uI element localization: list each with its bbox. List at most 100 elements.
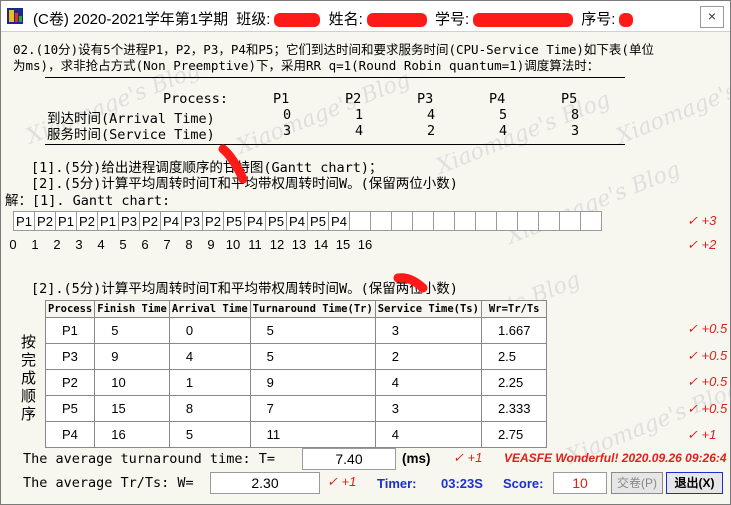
gantt-cell[interactable] <box>391 211 413 231</box>
time-tick <box>376 235 398 255</box>
time-tick <box>596 235 618 255</box>
gantt-cell[interactable]: P5 <box>223 211 245 231</box>
avg-w-input[interactable]: 2.30 <box>210 472 320 494</box>
table-cell[interactable]: 2 <box>374 343 482 370</box>
row-score: ✓ +0.5 <box>687 347 728 363</box>
time-tick <box>574 235 596 255</box>
table-cell[interactable]: P3 <box>44 343 96 370</box>
table-cell[interactable]: 5 <box>249 317 376 344</box>
gantt-cell[interactable]: P2 <box>76 211 98 231</box>
gantt-cell[interactable]: P4 <box>160 211 182 231</box>
name-label: 姓名: <box>328 11 363 28</box>
table-cell[interactable]: 9 <box>94 343 170 370</box>
gantt-cell[interactable]: P5 <box>307 211 329 231</box>
table-cell[interactable]: 3 <box>374 395 482 422</box>
time-tick-row: 0 1 2 3 4 5 6 7 8 9 10 11 12 13 14 15 16 <box>2 235 640 255</box>
table-row: P3 9 4 5 2 2.5 <box>44 343 548 370</box>
table-cell[interactable]: 0 <box>168 317 251 344</box>
table-row: P4 16 5 11 4 2.75 <box>44 421 548 448</box>
time-tick <box>530 235 552 255</box>
redaction-mark <box>366 13 427 28</box>
table-cell[interactable]: 2.5 <box>480 343 548 370</box>
watermark: Xiaomage's Blog <box>233 67 414 160</box>
table-cell[interactable]: 1.667 <box>480 317 548 344</box>
gantt-cell[interactable] <box>559 211 581 231</box>
gantt-cell[interactable] <box>454 211 476 231</box>
gantt-cell[interactable]: P2 <box>202 211 224 231</box>
arrival-value: 0 <box>283 107 292 123</box>
table-cell[interactable]: 5 <box>168 421 251 448</box>
process-label: Process: <box>163 91 229 107</box>
gantt-cell[interactable]: P1 <box>97 211 119 231</box>
table-cell[interactable]: 1 <box>168 369 251 396</box>
submit-button[interactable]: 交卷(P) <box>611 472 663 494</box>
avg-turnaround-input[interactable]: 7.40 <box>302 448 396 470</box>
table-cell[interactable]: 4 <box>374 421 482 448</box>
table-cell[interactable]: 10 <box>94 369 170 396</box>
time-score: ✓ +2 <box>687 237 717 252</box>
table-cell[interactable]: 4 <box>374 369 482 396</box>
table-cell[interactable]: 15 <box>94 395 170 422</box>
service-value: 3 <box>571 123 580 139</box>
table-cell[interactable]: 9 <box>249 369 376 396</box>
table-cell[interactable]: 2.333 <box>480 395 548 422</box>
gantt-cell[interactable]: P3 <box>118 211 140 231</box>
gantt-cell[interactable] <box>412 211 434 231</box>
table-cell[interactable]: 11 <box>249 421 376 448</box>
row-score: ✓ +0.5 <box>687 321 728 336</box>
table-cell[interactable]: 3 <box>374 317 482 344</box>
time-tick <box>486 235 508 255</box>
table-cell[interactable]: P2 <box>44 369 96 396</box>
score-label: Score: <box>503 476 544 491</box>
table-header-row: Process Finish Time Arrival Time Turnaround… <box>44 300 548 318</box>
time-tick: 16 <box>357 237 373 252</box>
table-cell[interactable]: 5 <box>249 343 376 370</box>
table-cell[interactable]: 2.75 <box>480 421 548 448</box>
gantt-cell[interactable]: P4 <box>328 211 350 231</box>
results-table: Process Finish Time Arrival Time Turnaround… <box>44 300 548 448</box>
table-cell[interactable]: 2.25 <box>480 369 548 396</box>
gantt-cell[interactable]: P1 <box>55 211 77 231</box>
gantt-cell[interactable] <box>433 211 455 231</box>
gantt-cell[interactable]: P3 <box>181 211 203 231</box>
table-cell[interactable]: 4 <box>168 343 251 370</box>
wonderful-message: VEASFE Wonderful! 2020.09.26 09:26:4 <box>504 451 727 465</box>
service-value: 2 <box>427 123 436 139</box>
service-value: 4 <box>499 123 508 139</box>
divider <box>45 77 625 78</box>
time-tick: 6 <box>141 237 149 252</box>
close-button[interactable]: × <box>700 6 724 28</box>
table-cell[interactable]: P1 <box>44 317 96 344</box>
gantt-cell[interactable]: P2 <box>34 211 56 231</box>
exit-button[interactable]: 退出(X) <box>666 472 723 494</box>
gantt-cell[interactable] <box>538 211 560 231</box>
gantt-cell[interactable] <box>580 211 602 231</box>
gantt-cell[interactable] <box>517 211 539 231</box>
gantt-cell[interactable]: P4 <box>244 211 266 231</box>
table-cell[interactable]: 5 <box>94 317 170 344</box>
time-tick: 7 <box>163 237 171 252</box>
table-cell[interactable]: 7 <box>249 395 376 422</box>
table-cell[interactable]: P5 <box>44 395 96 422</box>
gantt-cell[interactable] <box>496 211 518 231</box>
gantt-cell[interactable] <box>370 211 392 231</box>
table-cell[interactable]: 8 <box>168 395 251 422</box>
arrival-value: 1 <box>355 107 364 123</box>
time-tick: 1 <box>31 237 39 252</box>
gantt-cell[interactable] <box>349 211 371 231</box>
gantt-cell[interactable]: P2 <box>139 211 161 231</box>
table-cell[interactable]: 16 <box>94 421 170 448</box>
row-score: ✓ +1 <box>687 427 717 442</box>
side-label-char: 序 <box>21 406 37 423</box>
service-value: 3 <box>283 123 292 139</box>
gantt-cell[interactable]: P5 <box>265 211 287 231</box>
avg-w-label: The average Tr/Ts: W= <box>23 475 194 491</box>
gantt-cell[interactable]: P1 <box>13 211 35 231</box>
table-header-cell: Wr=Tr/Ts <box>480 300 548 318</box>
gantt-cell[interactable] <box>475 211 497 231</box>
score-value: 10 <box>553 472 607 494</box>
time-tick <box>618 235 640 255</box>
gantt-label: 解：[1]. Gantt chart: <box>5 193 171 209</box>
table-cell[interactable]: P4 <box>44 421 96 448</box>
gantt-cell[interactable]: P4 <box>286 211 308 231</box>
